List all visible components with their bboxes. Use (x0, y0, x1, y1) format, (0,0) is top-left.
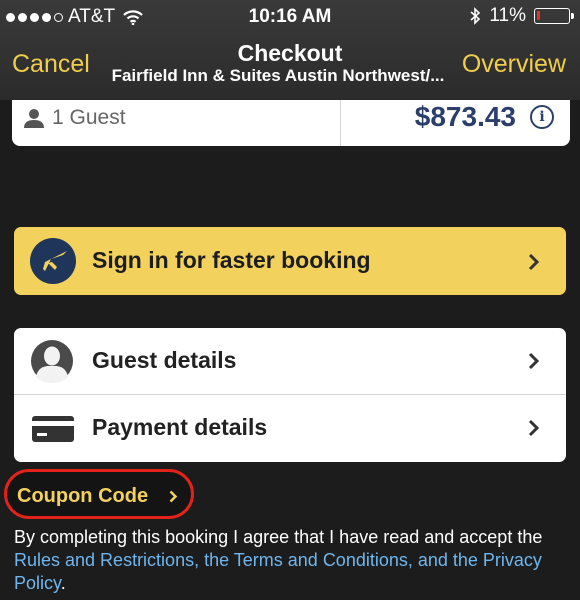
guest-count-label: 1 Guest (52, 106, 126, 129)
guest-details-row[interactable]: Guest details (14, 328, 566, 395)
sign-in-button[interactable]: Sign in for faster booking (14, 227, 566, 295)
battery-percent: 11% (489, 5, 526, 26)
details-list: Guest details Payment details (14, 328, 566, 462)
person-icon (24, 109, 44, 128)
policy-links[interactable]: Rules and Restrictions, the Terms and Co… (14, 550, 542, 593)
hotel-name-subtitle: Fairfield Inn & Suites Austin Northwest/… (111, 66, 445, 85)
plane-icon (30, 238, 76, 284)
chevron-right-icon (528, 419, 540, 437)
chevron-right-icon (528, 352, 540, 370)
legal-prefix: By completing this booking I agree that … (14, 527, 543, 547)
person-silhouette-icon (31, 340, 73, 383)
battery-level (537, 11, 540, 20)
battery-icon (534, 8, 574, 24)
bluetooth-icon (470, 7, 481, 25)
guest-details-label: Guest details (92, 347, 237, 373)
coupon-code-label: Coupon Code (17, 485, 149, 507)
guest-count: 1 Guest (24, 106, 126, 130)
credit-card-icon (32, 416, 74, 442)
signal-strength-icon (6, 12, 63, 22)
sign-in-label: Sign in for faster booking (92, 247, 371, 273)
legal-agreement-text: By completing this booking I agree that … (14, 526, 570, 595)
header: AT&T 10:16 AM 11% Cancel Checkout Fairfi… (0, 0, 580, 100)
carrier-name: AT&T (68, 6, 116, 27)
overview-button[interactable]: Overview (462, 50, 566, 79)
chevron-right-icon (169, 490, 178, 503)
status-bar: AT&T 10:16 AM 11% (0, 0, 580, 34)
payment-details-row[interactable]: Payment details (14, 395, 566, 461)
wifi-icon (123, 9, 143, 25)
coupon-code-button[interactable]: Coupon Code (4, 469, 194, 519)
info-icon[interactable]: i (530, 105, 554, 129)
legal-suffix: . (60, 573, 66, 593)
total-price: $873.43 (414, 101, 516, 132)
chevron-right-icon (528, 253, 540, 271)
payment-details-label: Payment details (92, 414, 268, 440)
